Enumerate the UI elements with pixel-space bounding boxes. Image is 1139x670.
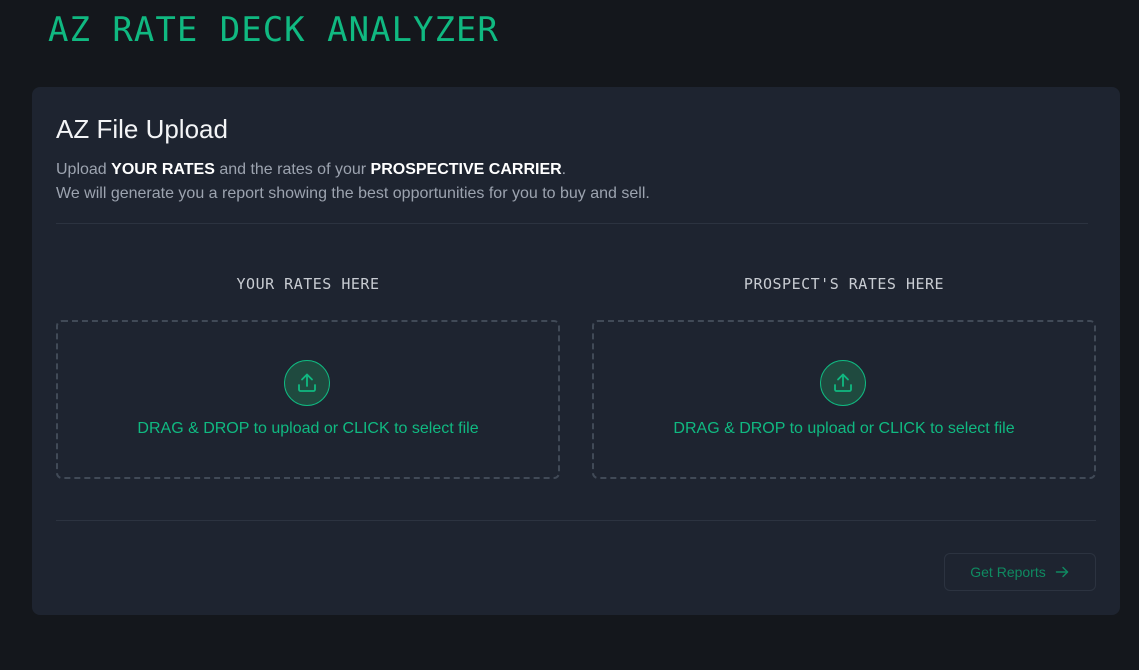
description-line-1: Upload YOUR RATES and the rates of your … bbox=[56, 158, 650, 182]
app-title: AZ RATE DECK ANALYZER bbox=[48, 10, 499, 50]
upload-icon[interactable] bbox=[284, 360, 330, 406]
your-rates-emphasis: YOUR RATES bbox=[111, 161, 215, 178]
card-title: AZ File Upload bbox=[56, 114, 228, 144]
arrow-right-icon bbox=[1055, 566, 1068, 578]
prospect-rates-dropzone[interactable]: DRAG & DROP to upload or CLICK to select… bbox=[592, 320, 1096, 479]
your-rates-label: YOUR RATES HERE bbox=[236, 275, 380, 293]
get-reports-button[interactable]: Get Reports bbox=[944, 553, 1096, 591]
upload-icon[interactable] bbox=[820, 360, 866, 406]
prospect-rates-label: PROSPECT'S RATES HERE bbox=[743, 275, 945, 293]
description-line-2: We will generate you a report showing th… bbox=[56, 185, 650, 202]
bottom-divider bbox=[56, 520, 1096, 521]
prospective-carrier-emphasis: PROSPECTIVE CARRIER bbox=[370, 161, 562, 178]
description-middle: and the rates of your bbox=[214, 161, 371, 178]
description-prefix: Upload bbox=[56, 161, 112, 178]
upload-description: Upload YOUR RATES and the rates of your … bbox=[56, 158, 650, 206]
prospect-rates-dropzone-text[interactable]: DRAG & DROP to upload or CLICK to select… bbox=[594, 418, 1094, 440]
description-suffix: . bbox=[561, 161, 567, 178]
your-rates-dropzone-text[interactable]: DRAG & DROP to upload or CLICK to select… bbox=[58, 418, 558, 440]
top-divider bbox=[56, 223, 1088, 224]
your-rates-dropzone[interactable]: DRAG & DROP to upload or CLICK to select… bbox=[56, 320, 560, 479]
upload-card: AZ File Upload Upload YOUR RATES and the… bbox=[32, 87, 1120, 615]
get-reports-label: Get Reports bbox=[970, 564, 1046, 580]
